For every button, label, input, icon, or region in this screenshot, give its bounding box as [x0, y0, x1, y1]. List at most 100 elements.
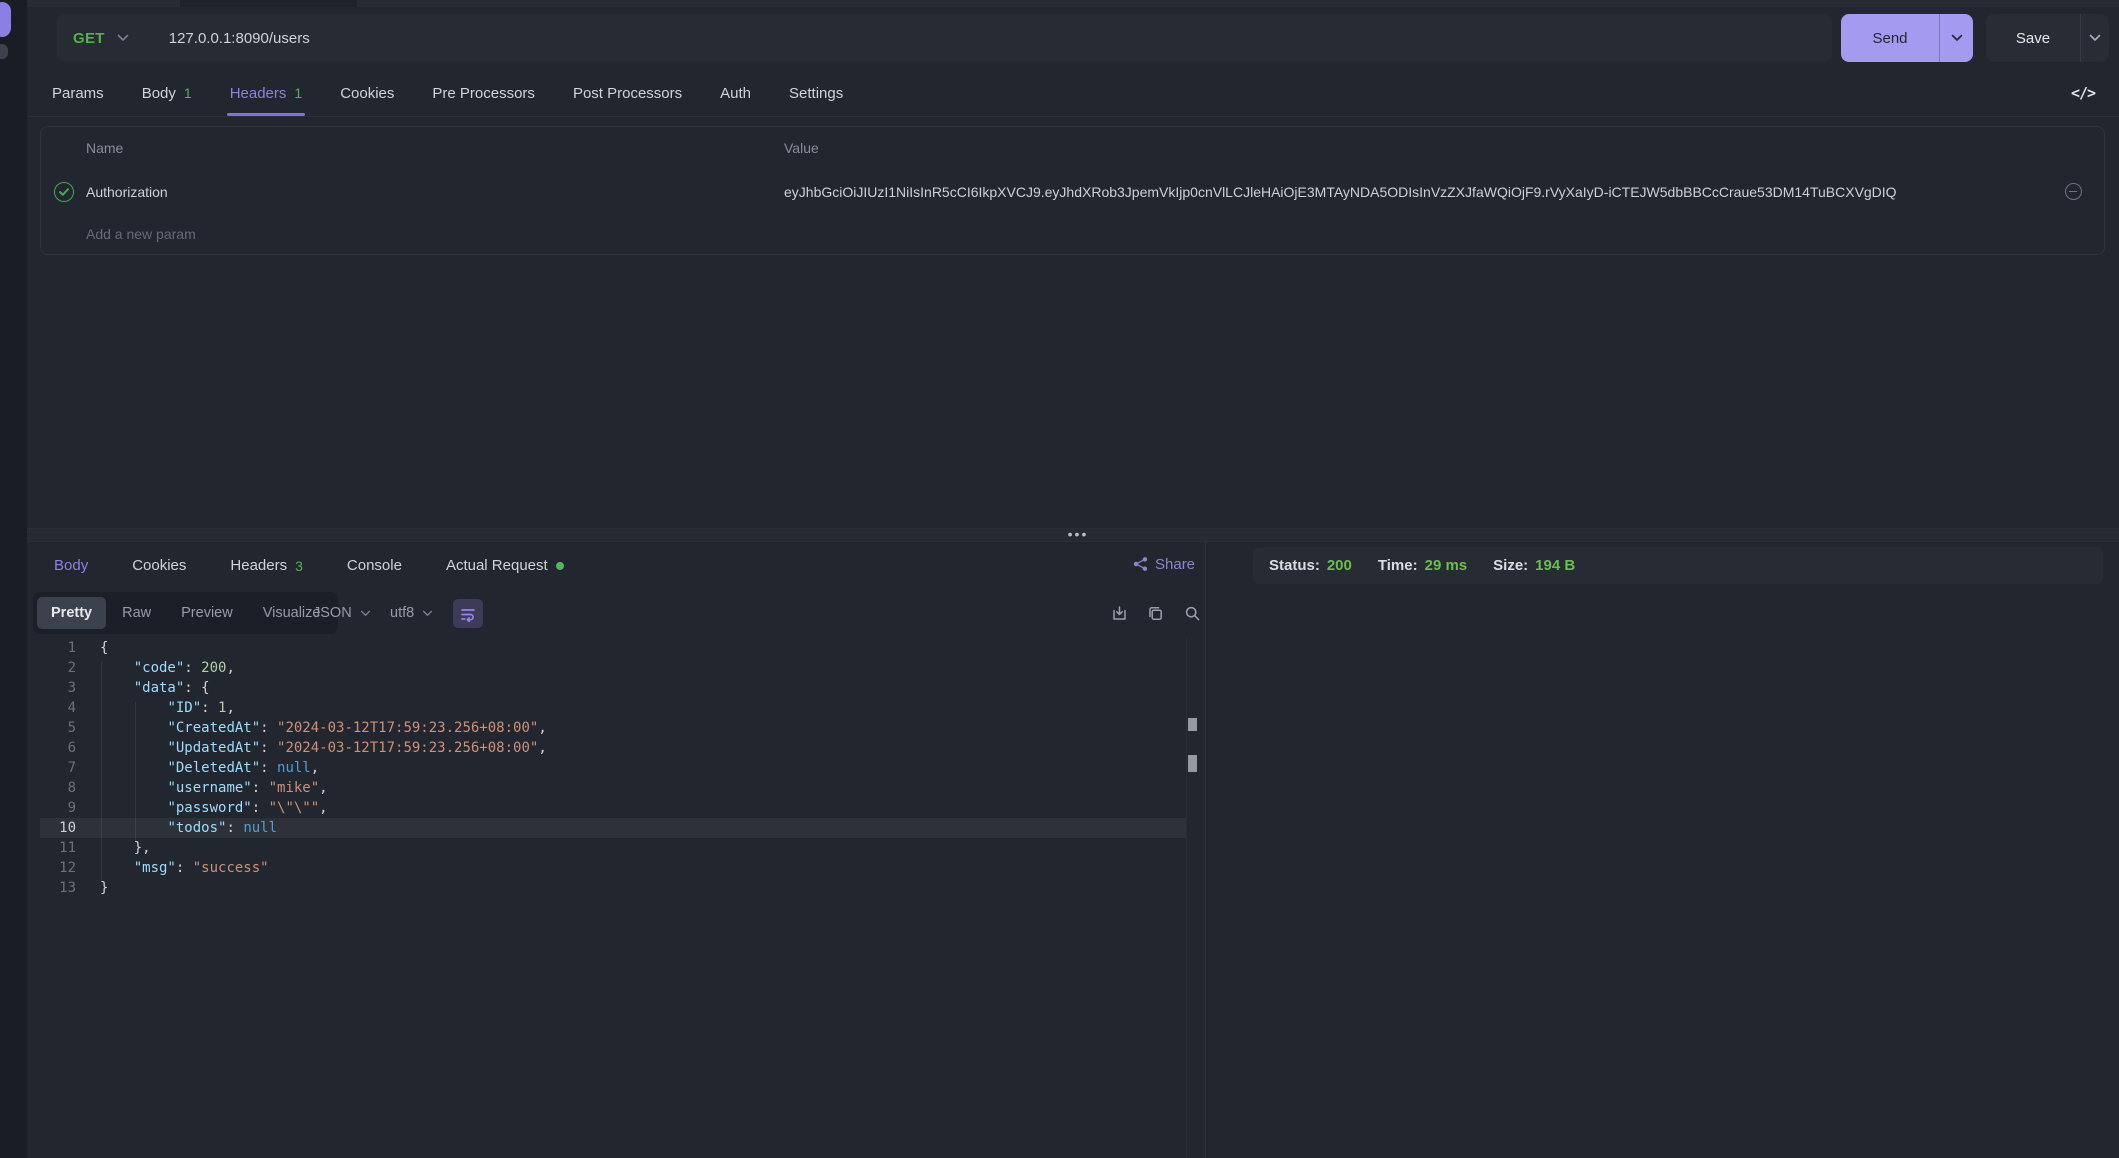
active-request-indicator[interactable] [0, 2, 11, 37]
share-icon [1133, 556, 1148, 572]
save-button[interactable]: Save [1986, 14, 2080, 62]
download-icon [1110, 604, 1129, 623]
token: "password" [167, 800, 251, 816]
response-tab-label: Body [54, 557, 88, 574]
table-header-row: Name Value [41, 127, 2104, 169]
chevron-down-icon [422, 610, 433, 617]
response-tab-label: Headers [230, 557, 287, 574]
copy-response-button[interactable] [1144, 602, 1166, 624]
request-tab-body[interactable]: Body1 [142, 70, 192, 116]
line-number: 9 [40, 798, 76, 818]
request-tab-label: Cookies [340, 85, 394, 102]
add-param-label: Add a new param [86, 226, 784, 242]
request-tab-settings[interactable]: Settings [789, 70, 843, 116]
word-wrap-button[interactable] [453, 599, 483, 628]
token: "DeletedAt" [167, 760, 260, 776]
code-line: 3 "data": { [40, 678, 1186, 698]
token: { [100, 640, 108, 656]
token: : [260, 740, 277, 756]
send-options-button[interactable] [1939, 14, 1973, 62]
headers-table: Name Value AuthorizationeyJhbGciOiJIUzI1… [40, 126, 2105, 255]
response-body-editor[interactable]: 1{2 "code": 200,3 "data": {4 "ID": 1,5 "… [40, 638, 1186, 1158]
view-mode-preview[interactable]: Preview [167, 597, 247, 629]
code-view-icon[interactable]: </> [2060, 78, 2106, 108]
value-column-header: Value [784, 140, 2042, 156]
response-tab-headers[interactable]: Headers 3 [230, 542, 303, 589]
response-tab-actual-request[interactable]: Actual Request [446, 542, 564, 589]
scrollbar-mark [1188, 755, 1197, 772]
add-param-row[interactable]: Add a new param [41, 214, 2104, 254]
send-button[interactable]: Send [1841, 14, 1939, 62]
code-line: 5 "CreatedAt": "2024-03-12T17:59:23.256+… [40, 718, 1186, 738]
format-select[interactable]: JSON [313, 592, 371, 634]
send-button-group: Send [1841, 14, 1973, 62]
response-tab-label: Actual Request [446, 557, 548, 574]
request-tab-post-processors[interactable]: Post Processors [573, 70, 682, 116]
request-tab-label: Auth [720, 85, 751, 102]
token: "2024-03-12T17:59:23.256+08:00" [277, 740, 538, 756]
line-number: 10 [40, 818, 76, 838]
view-mode-raw[interactable]: Raw [108, 597, 165, 629]
response-tab-console[interactable]: Console [347, 542, 402, 589]
download-response-button[interactable] [1108, 602, 1130, 624]
encoding-select[interactable]: utf8 [390, 592, 433, 634]
token: "data" [134, 680, 185, 696]
panel-resize-handle[interactable]: ••• [1060, 526, 1096, 542]
param-value-cell[interactable]: eyJhbGciOiJIUzI1NiIsInR5cCI6IkpXVCJ9.eyJ… [784, 184, 2042, 200]
search-response-button[interactable] [1181, 602, 1203, 624]
token: : [252, 800, 269, 816]
request-tab-label: Params [52, 85, 104, 102]
code-text: "password": "\"\"", [76, 798, 328, 818]
enabled-check-icon[interactable] [54, 182, 74, 202]
code-text: { [76, 638, 108, 658]
response-tab-cookies[interactable]: Cookies [132, 542, 186, 589]
url-input[interactable]: 127.0.0.1:8090/users [147, 30, 310, 47]
token [100, 800, 167, 816]
request-tab-auth[interactable]: Auth [720, 70, 751, 116]
token: : [252, 780, 269, 796]
share-button[interactable]: Share [1133, 551, 1195, 577]
line-number: 1 [40, 638, 76, 658]
code-text: } [76, 878, 108, 898]
code-text: "CreatedAt": "2024-03-12T17:59:23.256+08… [76, 718, 547, 738]
response-tab-body[interactable]: Body [54, 542, 88, 589]
format-select-value: JSON [313, 605, 352, 621]
remove-param-icon[interactable] [2065, 183, 2082, 200]
save-options-button[interactable] [2080, 14, 2109, 62]
param-row: AuthorizationeyJhbGciOiJIUzI1NiIsInR5cCI… [41, 169, 2104, 214]
method-selector[interactable]: GET [57, 14, 147, 62]
request-tab-pre-processors[interactable]: Pre Processors [432, 70, 535, 116]
token: : [184, 660, 201, 676]
status-code: Status: 200 [1269, 557, 1352, 574]
request-tab-cookies[interactable]: Cookies [340, 70, 394, 116]
enabled-cell [41, 182, 86, 202]
code-line: 13} [40, 878, 1186, 898]
chevron-down-icon [360, 610, 371, 617]
line-number: 12 [40, 858, 76, 878]
chevron-down-icon [117, 34, 129, 42]
status-dot [556, 562, 564, 570]
token: , [226, 660, 234, 676]
token: "code" [134, 660, 185, 676]
response-size: Size: 194 B [1493, 557, 1575, 574]
api-client-window: GET 127.0.0.1:8090/users Send Save Param… [0, 0, 2119, 1158]
sidebar-pill[interactable] [0, 44, 8, 59]
code-line: 9 "password": "\"\"", [40, 798, 1186, 818]
line-number: 3 [40, 678, 76, 698]
token: } [100, 880, 108, 896]
token: : [260, 760, 277, 776]
token: "success" [193, 860, 269, 876]
code-text: "ID": 1, [76, 698, 235, 718]
param-name-cell[interactable]: Authorization [86, 184, 784, 200]
token: }, [100, 840, 151, 856]
token: : [201, 700, 218, 716]
token: "2024-03-12T17:59:23.256+08:00" [277, 720, 538, 736]
tab-count-badge: 3 [295, 558, 303, 574]
token [100, 680, 134, 696]
request-tab-label: Post Processors [573, 85, 682, 102]
request-tab-params[interactable]: Params [52, 70, 104, 116]
code-text: "todos": null [76, 818, 277, 838]
code-text: "code": 200, [76, 658, 235, 678]
request-tab-headers[interactable]: Headers1 [230, 70, 303, 116]
view-mode-pretty[interactable]: Pretty [37, 597, 106, 629]
